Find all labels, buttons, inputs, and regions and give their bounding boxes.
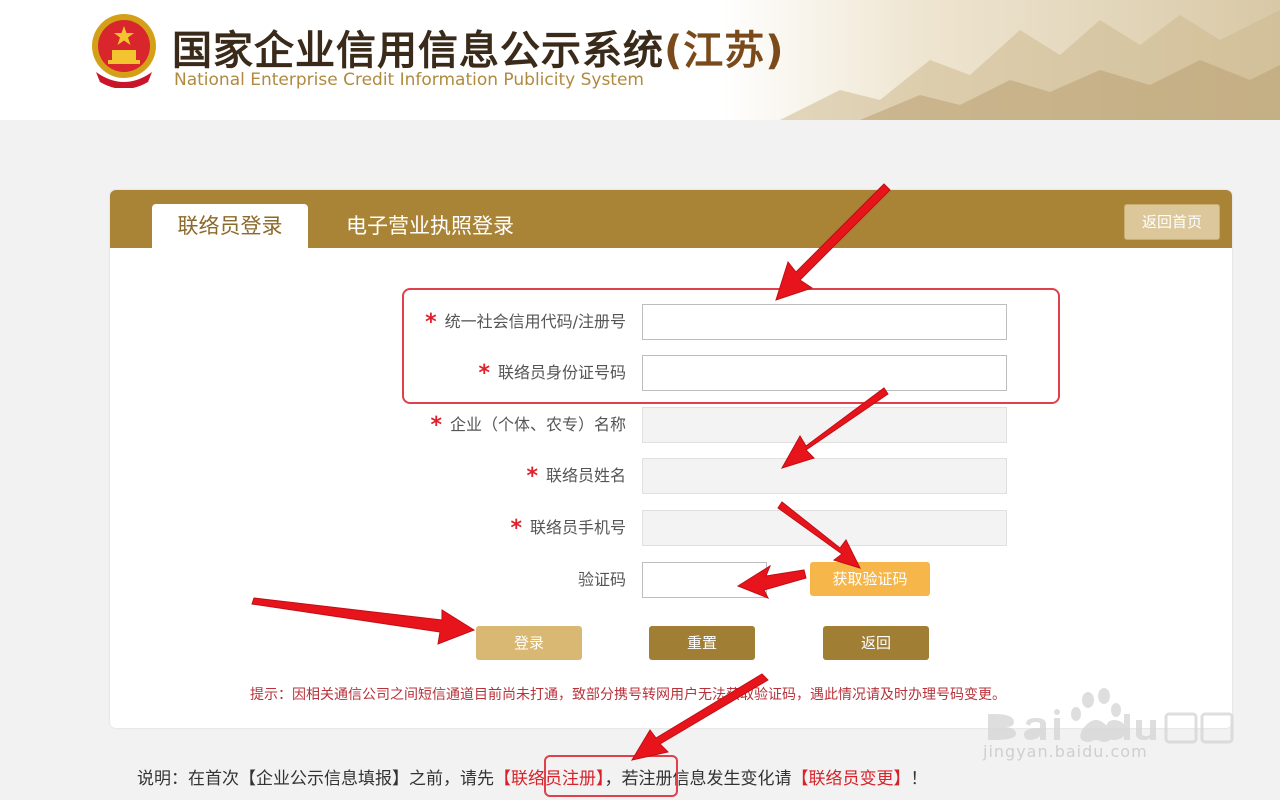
- credit-code-input[interactable]: [642, 304, 1007, 340]
- tab-liaison-login[interactable]: 联络员登录: [152, 204, 308, 248]
- liaison-name-label: * 联络员姓名: [526, 463, 626, 489]
- required-star: *: [510, 515, 522, 541]
- reset-button[interactable]: 重置: [649, 626, 755, 660]
- enterprise-name-label: * 企业（个体、农专）名称: [430, 412, 626, 438]
- required-star: *: [478, 360, 490, 386]
- back-to-home-button[interactable]: 返回首页: [1124, 204, 1220, 240]
- sms-tip-text: 提示：因相关通信公司之间短信通道目前尚未打通，致部分携号转网用户无法获取验证码，…: [250, 687, 1006, 703]
- form-row-enterprise-name: * 企业（个体、农专）名称: [110, 407, 1232, 443]
- mountain-landscape-decoration: [720, 0, 1280, 120]
- required-star: *: [425, 309, 437, 335]
- annotation-register-box: [544, 755, 678, 797]
- captcha-label: 验证码: [577, 570, 626, 589]
- login-card: 联络员登录 电子营业执照登录 返回首页 * 统一社会信用代码/注册号 * 联络员身份…: [110, 190, 1232, 728]
- site-title: 国家企业信用信息公示系统(江苏): [172, 28, 785, 74]
- tab-e-license-login[interactable]: 电子营业执照登录: [332, 204, 528, 248]
- id-number-input[interactable]: [642, 355, 1007, 391]
- back-button[interactable]: 返回: [823, 626, 929, 660]
- tab-bar: 联络员登录 电子营业执照登录 返回首页: [110, 190, 1232, 248]
- form-row-liaison-name: * 联络员姓名: [110, 458, 1232, 494]
- liaison-phone-input: [642, 510, 1007, 546]
- site-header: 国家企业信用信息公示系统(江苏) National Enterprise Cre…: [0, 0, 1280, 120]
- form-row-liaison-phone: * 联络员手机号: [110, 510, 1232, 546]
- form-row-credit-code: * 统一社会信用代码/注册号: [110, 304, 1232, 340]
- get-captcha-button[interactable]: 获取验证码: [810, 562, 930, 596]
- captcha-input[interactable]: [642, 562, 767, 598]
- national-emblem-icon: [92, 14, 156, 88]
- province-label: (江苏): [664, 28, 785, 74]
- note-suffix: ！: [910, 769, 928, 789]
- credit-code-label: * 统一社会信用代码/注册号: [425, 309, 626, 335]
- liaison-phone-label: * 联络员手机号: [510, 515, 626, 541]
- site-title-english: National Enterprise Credit Information P…: [174, 70, 644, 90]
- required-star: *: [526, 463, 538, 489]
- required-star: *: [430, 412, 442, 438]
- liaison-change-link[interactable]: 【联络员变更】: [792, 769, 911, 789]
- login-button[interactable]: 登录: [476, 626, 582, 660]
- enterprise-name-input: [642, 407, 1007, 443]
- registration-note: 说明：在首次【企业公示信息填报】之前，请先【联络员注册】，若注册信息发生变化请【…: [137, 764, 928, 789]
- form-row-captcha: 验证码 获取验证码: [110, 562, 1232, 598]
- form-row-id-number: * 联络员身份证号码: [110, 355, 1232, 391]
- id-number-label: * 联络员身份证号码: [478, 360, 626, 386]
- note-prefix: 说明：在首次【企业公示信息填报】之前，请先: [137, 769, 494, 789]
- liaison-name-input: [642, 458, 1007, 494]
- baidu-watermark-text: jingyan.baidu.com: [983, 742, 1148, 761]
